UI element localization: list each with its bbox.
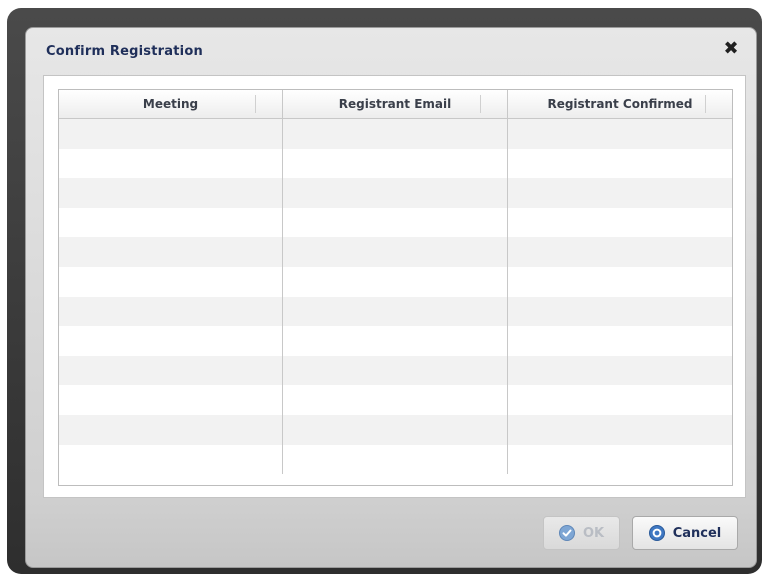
cancel-button-label: Cancel: [672, 525, 722, 541]
table-row[interactable]: [59, 414, 732, 445]
column-resize-handle[interactable]: [480, 95, 481, 113]
cancel-button[interactable]: Cancel: [632, 516, 738, 550]
table-cell: [508, 385, 732, 415]
registrations-grid: Meeting Registrant Email Registrant Conf…: [58, 89, 733, 486]
column-header-registrant-email[interactable]: Registrant Email: [283, 90, 508, 118]
column-header-registrant-confirmed[interactable]: Registrant Confirmed: [508, 90, 732, 118]
table-cell: [59, 355, 283, 386]
dialog-content: Meeting Registrant Email Registrant Conf…: [43, 75, 746, 498]
table-row[interactable]: [59, 355, 732, 386]
table-row[interactable]: [59, 326, 732, 356]
table-cell: [283, 414, 508, 445]
table-cell: [508, 326, 732, 356]
table-cell: [283, 148, 508, 179]
table-cell: [283, 237, 508, 267]
table-cell: [508, 208, 732, 238]
table-row[interactable]: [59, 296, 732, 327]
table-row[interactable]: [59, 119, 732, 149]
column-resize-handle[interactable]: [255, 95, 256, 113]
table-cell: [283, 207, 508, 238]
table-cell: [508, 415, 732, 445]
dialog-title: Confirm Registration: [46, 44, 203, 59]
cancel-circle-icon: [648, 525, 665, 541]
table-cell: [59, 237, 283, 267]
table-row[interactable]: [59, 237, 732, 267]
column-header-label: Registrant Email: [338, 97, 452, 111]
table-cell: [59, 266, 283, 297]
table-cell: [59, 207, 283, 238]
table-cell: [283, 266, 508, 297]
column-resize-handle[interactable]: [705, 95, 706, 113]
grid-body: [59, 119, 732, 475]
table-cell: [508, 119, 732, 149]
dialog-frame: Confirm Registration ✖ Meeting Registran…: [7, 8, 762, 574]
grid-header: Meeting Registrant Email Registrant Conf…: [59, 90, 732, 119]
table-cell: [59, 148, 283, 179]
table-cell: [508, 237, 732, 267]
confirm-registration-dialog: Confirm Registration ✖ Meeting Registran…: [25, 27, 757, 568]
table-cell: [283, 444, 508, 475]
table-cell: [283, 385, 508, 415]
table-cell: [59, 444, 283, 475]
column-header-meeting[interactable]: Meeting: [59, 90, 283, 118]
table-cell: [283, 178, 508, 208]
ok-button-label: OK: [582, 525, 605, 541]
table-cell: [283, 296, 508, 327]
table-row[interactable]: [59, 266, 732, 297]
table-cell: [508, 149, 732, 179]
column-header-label: Registrant Confirmed: [547, 97, 693, 111]
table-row[interactable]: [59, 207, 732, 238]
table-cell: [59, 326, 283, 356]
table-cell: [283, 355, 508, 386]
table-row[interactable]: [59, 148, 732, 179]
table-cell: [508, 178, 732, 208]
table-cell: [508, 267, 732, 297]
table-cell: [508, 297, 732, 327]
table-cell: [283, 119, 508, 149]
table-row[interactable]: [59, 385, 732, 415]
table-row[interactable]: [59, 178, 732, 208]
table-cell: [283, 326, 508, 356]
table-cell: [508, 445, 732, 475]
column-header-label: Meeting: [142, 97, 199, 111]
close-icon[interactable]: ✖: [722, 40, 740, 58]
checkmark-circle-icon: [558, 525, 575, 541]
table-row[interactable]: [59, 444, 732, 475]
table-cell: [59, 119, 283, 149]
table-cell: [59, 296, 283, 327]
table-cell: [59, 178, 283, 208]
table-cell: [59, 414, 283, 445]
table-cell: [59, 385, 283, 415]
table-cell: [508, 356, 732, 386]
ok-button[interactable]: OK: [543, 516, 620, 550]
